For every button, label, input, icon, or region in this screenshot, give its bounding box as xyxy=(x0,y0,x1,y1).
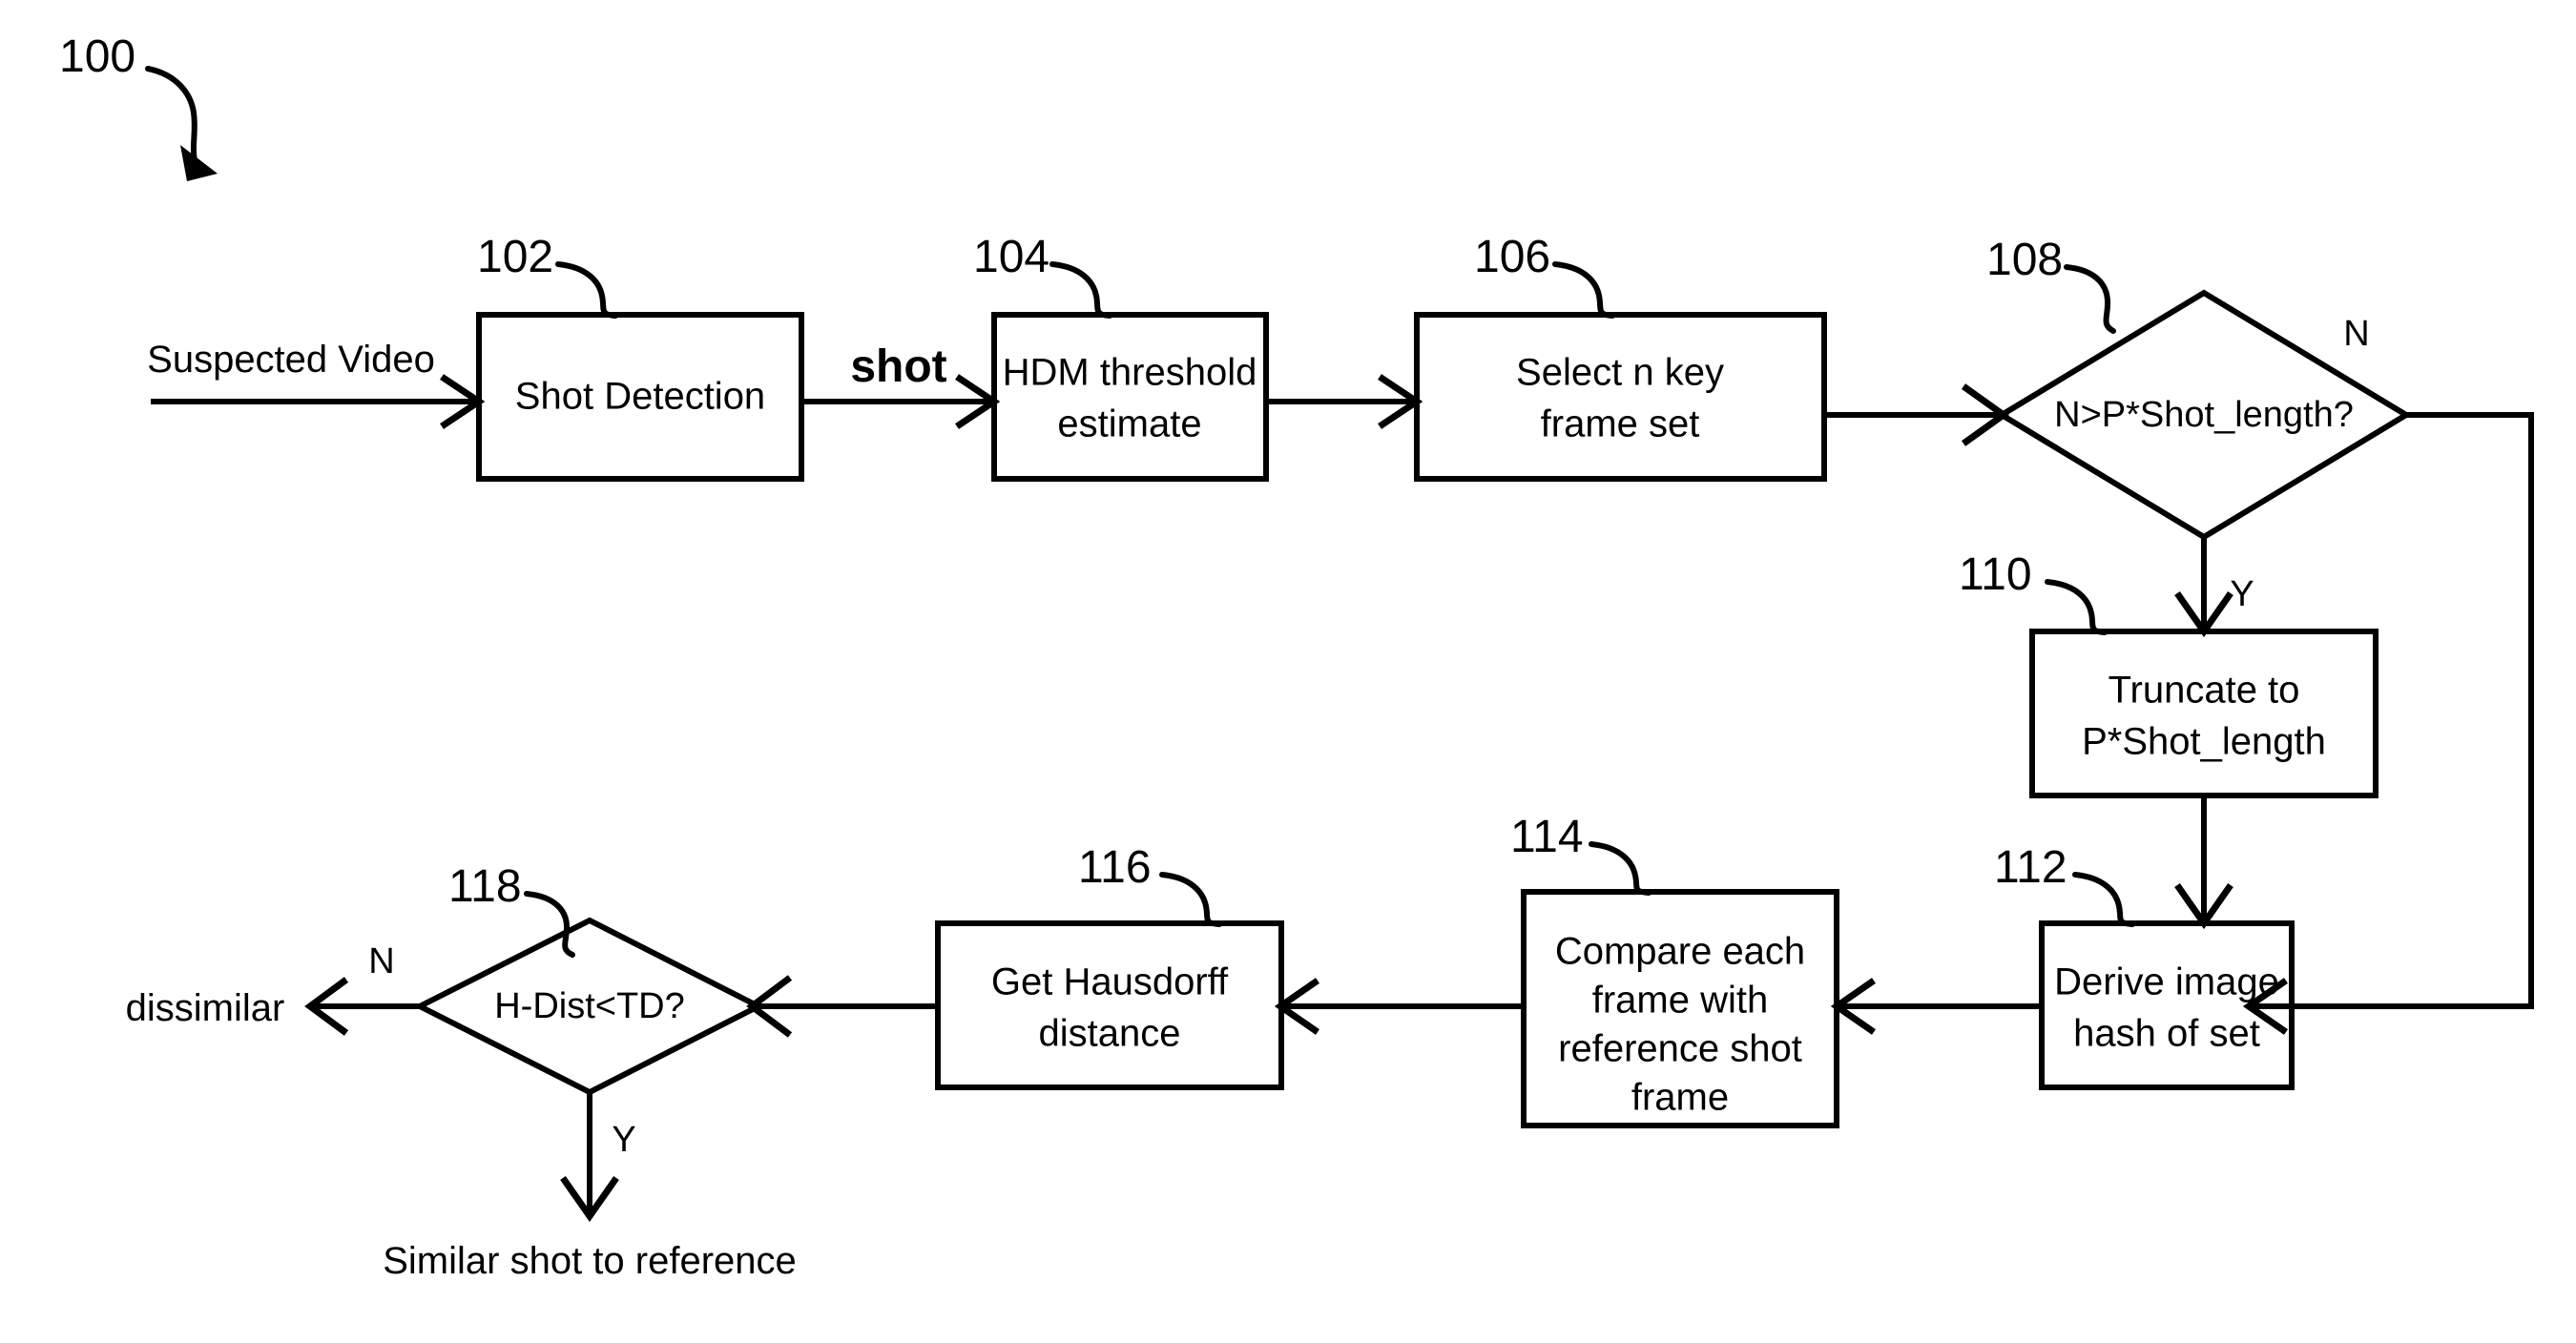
ref-number-108: 108 xyxy=(1986,235,2063,285)
flowchart-canvas: 100 Suspected Video Shot Detection 102 s… xyxy=(59,31,2534,1282)
ref-number-102: 102 xyxy=(477,232,553,282)
node-106-label-line-1: Select n key xyxy=(1516,352,1724,394)
node-112-label-line-1: Derive image xyxy=(2054,961,2279,1003)
ref-number-106: 106 xyxy=(1474,232,1550,282)
ref-number-110: 110 xyxy=(1959,549,2032,600)
node-114-label-line-4: frame xyxy=(1631,1077,1729,1119)
output-label-similar-shot: Similar shot to reference xyxy=(383,1240,797,1282)
node-104-label-line-1: HDM threshold xyxy=(1003,352,1257,394)
ref-110-leader-line xyxy=(2045,579,2108,635)
ref-104-leader-line xyxy=(1049,261,1112,319)
ref-number-114: 114 xyxy=(1510,812,1584,862)
node-116-label-line-1: Get Hausdorff xyxy=(991,961,1229,1003)
node-104-hdm-threshold-estimate[interactable] xyxy=(991,312,1269,482)
branch-label-108-no: N xyxy=(2343,314,2369,354)
branch-label-108-yes: Y xyxy=(2230,574,2254,614)
node-106-label-line-2: frame set xyxy=(1541,403,1700,445)
node-110-label-line-1: Truncate to xyxy=(2109,670,2300,712)
ref-number-118: 118 xyxy=(448,861,522,912)
figure-100-arrowhead xyxy=(180,145,218,181)
ref-114-leader-line xyxy=(1589,841,1652,896)
node-108-label: N>P*Shot_length? xyxy=(2054,395,2354,435)
node-114-label-line-2: frame with xyxy=(1592,980,1769,1022)
node-118-label: H-Dist<TD? xyxy=(494,986,685,1026)
node-110-label-line-2: P*Shot_length xyxy=(2082,721,2326,763)
node-114-label-line-1: Compare each xyxy=(1555,931,1805,973)
ref-112-leader-line xyxy=(2072,872,2135,927)
node-106-select-n-key-frame-set[interactable] xyxy=(1414,312,1827,482)
node-104-label-line-2: estimate xyxy=(1057,403,1201,445)
input-label-suspected-video: Suspected Video xyxy=(147,339,435,381)
edge-label-shot: shot xyxy=(850,341,946,392)
figure-100-leader-line xyxy=(145,66,198,167)
ref-number-116: 116 xyxy=(1078,842,1152,893)
ref-116-leader-line xyxy=(1159,872,1222,927)
figure-number-100: 100 xyxy=(59,31,135,82)
ref-108-leader-line xyxy=(2064,264,2116,334)
ref-106-leader-line xyxy=(1552,261,1615,319)
ref-number-104: 104 xyxy=(973,232,1049,282)
node-114-label-line-3: reference shot xyxy=(1558,1028,1802,1070)
node-116-get-hausdorff-distance[interactable] xyxy=(935,920,1284,1090)
patent-figure: 100 Suspected Video Shot Detection 102 s… xyxy=(0,0,2576,1343)
node-110-truncate-to-p-shot-length[interactable] xyxy=(2029,629,2379,798)
node-116-label-line-2: distance xyxy=(1039,1013,1181,1055)
node-112-label-line-2: hash of set xyxy=(2073,1013,2260,1055)
branch-label-118-no: N xyxy=(368,941,394,981)
ref-102-leader-line xyxy=(555,261,618,319)
node-102-label-line-1: Shot Detection xyxy=(515,376,765,418)
ref-number-112: 112 xyxy=(1994,842,2067,893)
branch-label-118-yes: Y xyxy=(612,1120,635,1160)
output-label-dissimilar: dissimilar xyxy=(126,987,285,1029)
